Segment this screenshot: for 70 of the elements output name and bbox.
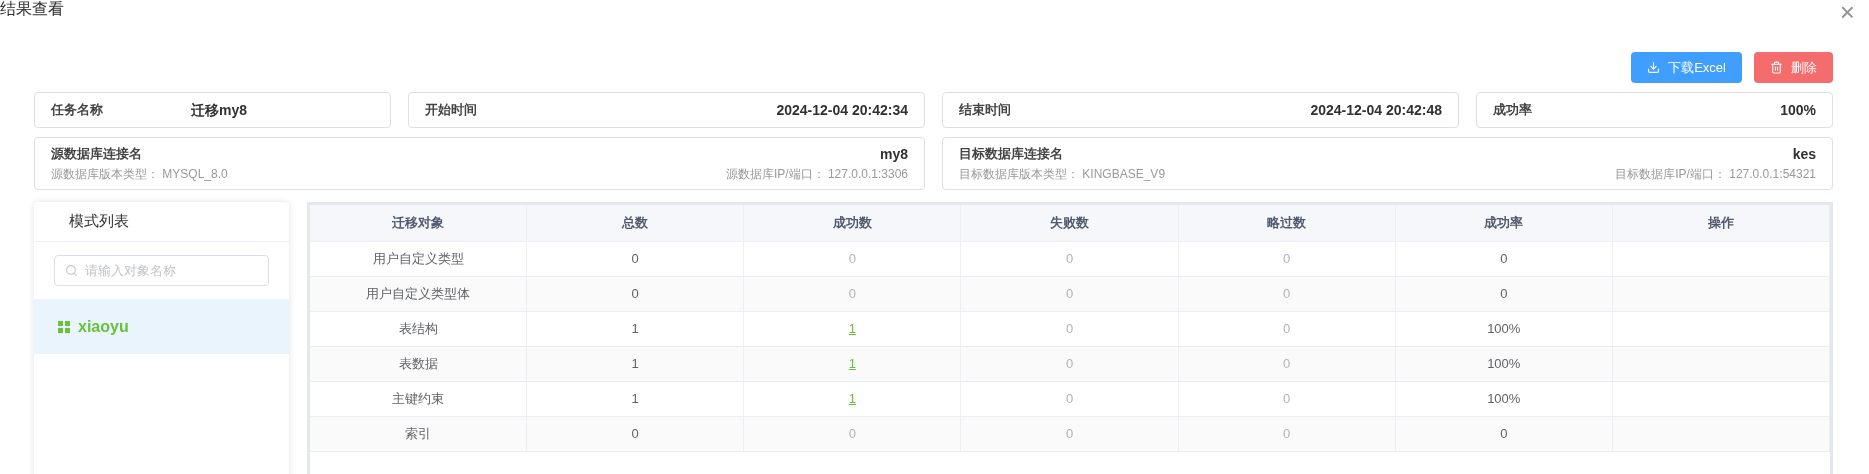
table-cell-text: 表结构	[398, 320, 438, 339]
table-cell-text: 1	[631, 355, 639, 374]
connection-label: 源数据库连接名	[51, 145, 142, 163]
column-header: 略过数	[1267, 214, 1307, 233]
table-cell-text: 100%	[1487, 390, 1521, 409]
table-cell-text: 表数据	[398, 355, 438, 374]
column-header: 迁移对象	[392, 214, 445, 233]
column-header: 操作	[1707, 214, 1734, 233]
table-cell-text: 0	[848, 250, 856, 269]
address-text: 源数据库IP/端口： 127.0.0.1:3306	[725, 166, 908, 183]
sidebar-title: 模式列表	[69, 211, 129, 232]
table-cell-text: 用户自定义类型	[372, 250, 464, 269]
table-cell-text: 0	[1283, 390, 1291, 409]
table-cell-text: 索引	[405, 425, 432, 444]
connection-name: my8	[879, 145, 908, 164]
table-cell-text: 0	[1283, 355, 1291, 374]
column-header: 失败数	[1050, 214, 1089, 233]
summary-label: 开始时间	[425, 101, 478, 120]
summary-value: 100%	[1780, 100, 1816, 120]
search-icon	[65, 264, 78, 277]
table-cell-text: 1	[631, 320, 639, 339]
delete-button[interactable]: 删除	[1754, 52, 1833, 83]
table-cell-text: 0	[1065, 285, 1074, 304]
close-button[interactable]: ×	[1839, 2, 1855, 22]
table-cell-text: 0	[1283, 425, 1291, 444]
summary-value: 迁移my8	[191, 100, 248, 120]
table-cell-text: 0	[1065, 355, 1074, 374]
table-cell-text: 0	[1500, 250, 1508, 269]
version-text: 源数据库版本类型： MYSQL_8.0	[51, 166, 228, 183]
count-link[interactable]: 1	[848, 354, 856, 374]
table-cell-text: 主键约束	[392, 390, 445, 409]
table-cell-text: 0	[631, 285, 639, 304]
table-cell-text: 100%	[1487, 320, 1521, 339]
count-link[interactable]: 1	[848, 389, 856, 409]
table-cell-text: 0	[1500, 425, 1508, 444]
table-cell-text: 0	[1283, 320, 1291, 339]
summary-value: 2024-12-04 20:42:48	[1310, 100, 1442, 120]
version-text: 目标数据库版本类型： KINGBASE_V9	[959, 166, 1166, 183]
address-text: 目标数据库IP/端口： 127.0.0.1:54321	[1615, 166, 1816, 183]
count-link[interactable]: 1	[848, 319, 856, 339]
schema-item[interactable]: xiaoyu	[34, 299, 289, 354]
trash-icon	[1770, 61, 1783, 74]
table-cell-text: 用户自定义类型体	[366, 285, 471, 304]
summary-label: 结束时间	[959, 101, 1012, 120]
table-cell-text: 0	[848, 425, 856, 444]
download-button[interactable]: 下载Excel	[1631, 52, 1742, 83]
summary-value: 2024-12-04 20:42:34	[776, 100, 908, 120]
column-header: 成功数	[832, 214, 872, 233]
download-icon	[1647, 61, 1661, 74]
table-cell-text: 0	[1065, 425, 1074, 444]
search-field[interactable]: 请输入对象名称	[54, 255, 269, 286]
table-cell-text: 0	[1500, 285, 1508, 304]
column-header: 总数	[622, 214, 649, 233]
connection-name: kes	[1792, 145, 1816, 164]
table-cell-text: 0	[631, 425, 639, 444]
summary-label: 成功率	[1493, 101, 1533, 120]
table-cell-text: 1	[631, 390, 639, 409]
table-cell-text: 0	[631, 250, 639, 269]
table-cell-text: 0	[1065, 320, 1074, 339]
table-cell-text: 0	[1065, 390, 1074, 409]
column-header: 成功率	[1484, 214, 1524, 233]
table-cell-text: 0	[1065, 250, 1074, 269]
table-cell-text: 0	[848, 285, 856, 304]
dialog-title: 结果查看	[0, 0, 64, 18]
table-cell-text: 100%	[1487, 355, 1521, 374]
summary-label: 任务名称	[51, 101, 104, 120]
grid-icon	[58, 320, 70, 333]
connection-label: 目标数据库连接名	[959, 145, 1063, 163]
table-cell-text: 0	[1283, 250, 1291, 269]
table-cell-text: 0	[1283, 285, 1291, 304]
